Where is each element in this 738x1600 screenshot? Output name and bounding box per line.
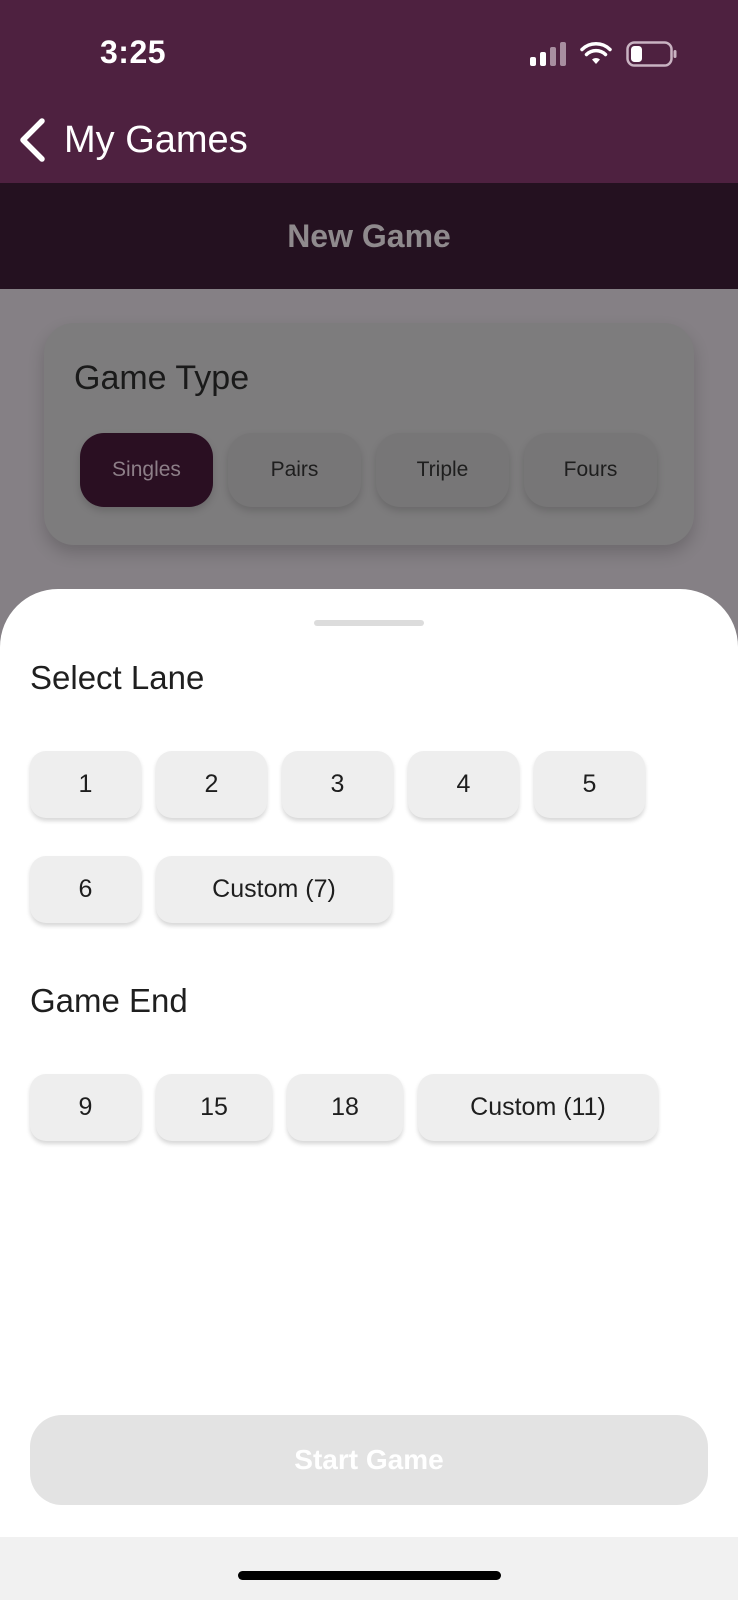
top-bar: 3:25 My Games [0, 0, 738, 183]
game-end-row: 9 15 18 Custom (11) [30, 1074, 658, 1141]
status-icons [530, 38, 678, 70]
lane-chip-6[interactable]: 6 [30, 856, 141, 923]
home-indicator[interactable] [238, 1571, 501, 1580]
game-end-chip-15[interactable]: 15 [156, 1074, 272, 1141]
lane-chip-custom[interactable]: Custom (7) [156, 856, 392, 923]
back-button-label: My Games [64, 118, 248, 161]
status-time: 3:25 [100, 34, 167, 70]
cellular-signal-icon [530, 42, 566, 66]
game-type-pairs-button[interactable]: Pairs [228, 433, 361, 507]
lane-chip-3[interactable]: 3 [282, 751, 393, 818]
game-type-options: Singles Pairs Triple Fours [80, 433, 657, 507]
game-type-card: Game Type Singles Pairs Triple Fours [44, 323, 694, 545]
lane-chip-2[interactable]: 2 [156, 751, 267, 818]
game-type-title: Game Type [74, 359, 250, 397]
lane-row-1: 1 2 3 4 5 [30, 751, 645, 818]
game-type-singles-button[interactable]: Singles [80, 433, 213, 507]
back-button[interactable]: My Games [14, 110, 248, 170]
new-game-screen: 3:25 My Games New Game Game Type Singles… [0, 0, 738, 1600]
bottom-sheet: Select Lane 1 2 3 4 5 6 Custom (7) Game … [0, 589, 738, 1537]
sheet-drag-handle[interactable] [314, 620, 424, 626]
start-game-button[interactable]: Start Game [30, 1415, 708, 1505]
lane-chip-4[interactable]: 4 [408, 751, 519, 818]
page-header: New Game [0, 183, 738, 289]
chevron-left-icon [20, 118, 45, 162]
game-end-title: Game End [30, 982, 188, 1019]
lane-row-2: 6 Custom (7) [30, 856, 392, 923]
lane-chip-1[interactable]: 1 [30, 751, 141, 818]
game-type-triple-button[interactable]: Triple [376, 433, 509, 507]
select-lane-title: Select Lane [30, 659, 205, 696]
game-end-chip-18[interactable]: 18 [287, 1074, 403, 1141]
battery-low-icon [626, 41, 678, 67]
game-type-fours-button[interactable]: Fours [524, 433, 657, 507]
lane-chip-5[interactable]: 5 [534, 751, 645, 818]
page-title: New Game [287, 218, 451, 254]
game-end-chip-custom[interactable]: Custom (11) [418, 1074, 658, 1141]
game-end-chip-9[interactable]: 9 [30, 1074, 141, 1141]
home-indicator-area [0, 1537, 738, 1600]
wifi-icon [580, 42, 612, 66]
